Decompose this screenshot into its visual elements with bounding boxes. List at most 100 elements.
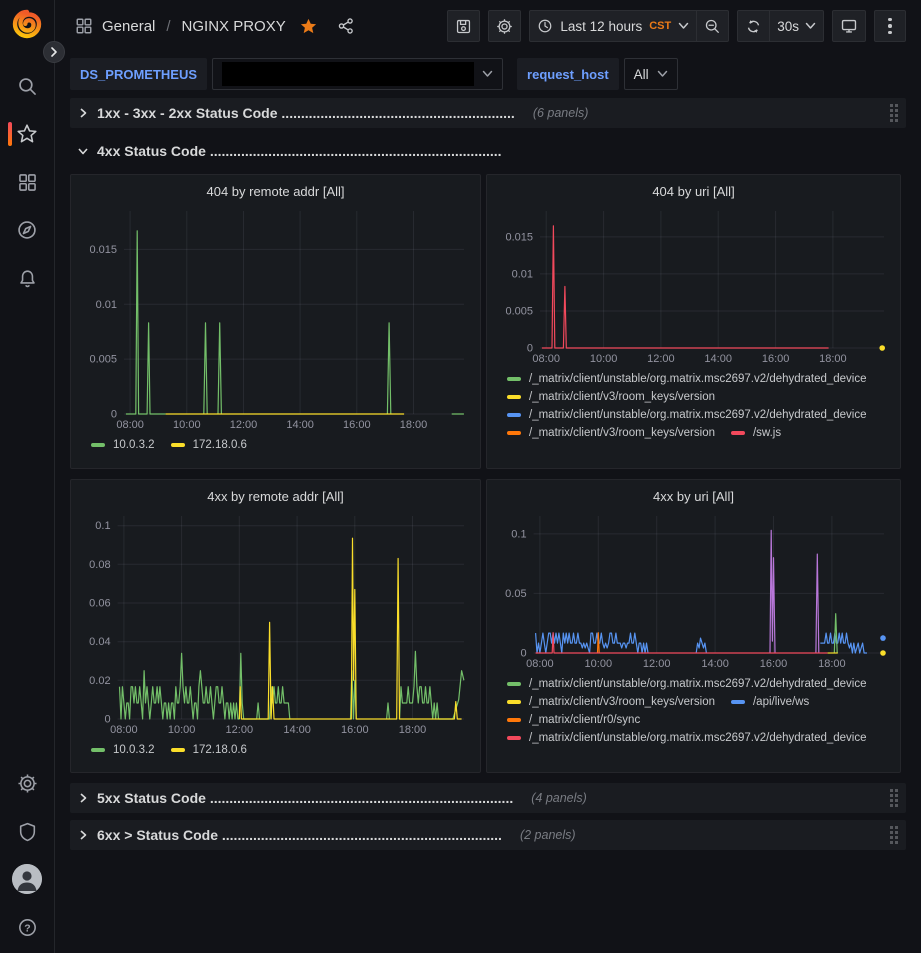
svg-text:0.1: 0.1 xyxy=(511,528,526,540)
panel-title[interactable]: 404 by remote addr [All] xyxy=(79,180,472,204)
row-panel-count: (6 panels) xyxy=(533,106,589,120)
tv-mode-button[interactable] xyxy=(832,10,866,42)
legend-swatch xyxy=(171,748,185,752)
dashboard-title[interactable]: NGINX PROXY xyxy=(182,18,286,35)
legend-label: /_matrix/client/r0/sync xyxy=(529,714,640,726)
host-select[interactable]: All xyxy=(624,58,678,90)
row-panel-count: (4 panels) xyxy=(531,791,587,805)
chevron-down-icon xyxy=(657,70,668,78)
refresh-interval-picker[interactable]: 30s xyxy=(770,10,824,42)
legend-label: /_matrix/client/unstable/org.matrix.msc2… xyxy=(529,678,867,690)
panel-title[interactable]: 4xx by remote addr [All] xyxy=(79,485,472,509)
legend-item[interactable]: /_matrix/client/r0/sync xyxy=(507,714,640,726)
legend-item[interactable]: /_matrix/client/unstable/org.matrix.msc2… xyxy=(507,373,867,385)
timeseries-chart[interactable]: 08:0010:0012:0014:0016:0018:0000.050.1 xyxy=(495,509,892,673)
host-variable-label[interactable]: request_host xyxy=(517,58,619,90)
row-title-dots: ........................................… xyxy=(210,143,502,159)
breadcrumb: General / NGINX PROXY xyxy=(75,17,355,36)
variables-submenu: DS_PROMETHEUS request_host All xyxy=(55,52,921,94)
timezone-label: CST xyxy=(649,20,671,32)
sidebar-expand-button[interactable] xyxy=(43,41,65,63)
legend-item[interactable]: /_matrix/client/v3/room_keys/version xyxy=(507,391,715,403)
legend-item[interactable]: /_matrix/client/unstable/org.matrix.msc2… xyxy=(507,409,867,421)
svg-text:12:00: 12:00 xyxy=(647,353,675,365)
row-title: 1xx - 3xx - 2xx Status Code xyxy=(97,105,278,121)
panel-title[interactable]: 404 by uri [All] xyxy=(495,180,892,204)
svg-text:14:00: 14:00 xyxy=(704,353,732,365)
dashboard-settings-button[interactable] xyxy=(488,10,521,42)
row-5xx[interactable]: 5xx Status Code ........................… xyxy=(70,783,906,813)
sidebar-item-starred[interactable] xyxy=(0,110,54,158)
row-title: 5xx Status Code xyxy=(97,790,206,806)
dashboard-header: General / NGINX PROXY xyxy=(55,0,921,52)
svg-text:0.005: 0.005 xyxy=(505,306,533,318)
kebab-menu-button[interactable] xyxy=(874,10,906,42)
svg-text:14:00: 14:00 xyxy=(283,724,311,736)
breadcrumb-section[interactable]: General xyxy=(102,18,155,35)
sidebar-item-help[interactable]: ? xyxy=(0,903,54,951)
panel-4xx-by-remote-addr: 4xx by remote addr [All] 08:0010:0012:00… xyxy=(70,479,481,773)
star-filled-icon[interactable] xyxy=(299,17,318,36)
legend-item[interactable]: 172.18.0.6 xyxy=(171,744,247,756)
datasource-variable-label[interactable]: DS_PROMETHEUS xyxy=(70,58,207,90)
legend-swatch xyxy=(91,748,105,752)
sidebar-item-explore[interactable] xyxy=(0,206,54,254)
legend-item[interactable]: /api/live/ws xyxy=(731,696,809,708)
legend-label: /_matrix/client/unstable/org.matrix.msc2… xyxy=(529,373,867,385)
svg-text:10:00: 10:00 xyxy=(590,353,618,365)
refresh-button[interactable] xyxy=(737,10,770,42)
svg-text:0.05: 0.05 xyxy=(505,588,526,600)
kebab-icon xyxy=(888,18,892,35)
chart-legend: /_matrix/client/unstable/org.matrix.msc2… xyxy=(495,673,892,744)
sidebar-item-dashboards[interactable] xyxy=(0,158,54,206)
legend-label: 10.0.3.2 xyxy=(113,439,155,451)
timeseries-chart[interactable]: 08:0010:0012:0014:0016:0018:0000.020.040… xyxy=(79,509,472,739)
time-range-label: Last 12 hours xyxy=(560,19,642,34)
save-dashboard-button[interactable] xyxy=(447,10,480,42)
search-icon xyxy=(17,76,38,97)
row-4xx[interactable]: 4xx Status Code ........................… xyxy=(70,137,906,165)
svg-text:16:00: 16:00 xyxy=(343,419,371,431)
legend-item[interactable]: /_matrix/client/v3/room_keys/version xyxy=(507,427,715,439)
row-6xx[interactable]: 6xx > Status Code ......................… xyxy=(70,820,906,850)
panel-4xx-by-uri: 4xx by uri [All] 08:0010:0012:0014:0016:… xyxy=(486,479,901,773)
chevron-down-icon xyxy=(678,22,689,30)
svg-text:10:00: 10:00 xyxy=(173,419,201,431)
chart-legend: 10.0.3.2 172.18.0.6 xyxy=(79,739,472,756)
legend-item[interactable]: /_matrix/client/unstable/org.matrix.msc2… xyxy=(507,732,867,744)
sidebar-item-alerting[interactable] xyxy=(0,254,54,302)
sidebar-item-search[interactable] xyxy=(0,62,54,110)
panel-title[interactable]: 4xx by uri [All] xyxy=(495,485,892,509)
legend-item[interactable]: 172.18.0.6 xyxy=(171,439,247,451)
legend-item[interactable]: /_matrix/client/unstable/org.matrix.msc2… xyxy=(507,678,867,690)
legend-label: /sw.js xyxy=(753,427,781,439)
svg-text:16:00: 16:00 xyxy=(762,353,790,365)
legend-label: 172.18.0.6 xyxy=(193,439,247,451)
legend-item[interactable]: 10.0.3.2 xyxy=(91,744,155,756)
legend-item[interactable]: 10.0.3.2 xyxy=(91,439,155,451)
legend-swatch xyxy=(507,736,521,740)
sidebar-item-server-admin[interactable] xyxy=(0,807,54,855)
row-drag-handle[interactable] xyxy=(890,104,898,122)
legend-label: /_matrix/client/v3/room_keys/version xyxy=(529,696,715,708)
timeseries-chart[interactable]: 08:0010:0012:0014:0016:0018:0000.0050.01… xyxy=(495,204,892,368)
timeseries-chart[interactable]: 08:0010:0012:0014:0016:0018:0000.0050.01… xyxy=(79,204,472,434)
legend-item[interactable]: /_matrix/client/v3/room_keys/version xyxy=(507,696,715,708)
legend-swatch xyxy=(507,377,521,381)
star-outline-icon xyxy=(16,123,38,145)
legend-swatch xyxy=(731,700,745,704)
grafana-logo[interactable] xyxy=(11,8,43,40)
row-1xx-3xx-2xx[interactable]: 1xx - 3xx - 2xx Status Code ............… xyxy=(70,98,906,128)
row-drag-handle[interactable] xyxy=(890,789,898,807)
datasource-select[interactable] xyxy=(212,58,503,90)
legend-item[interactable]: /sw.js xyxy=(731,427,781,439)
sidebar-item-profile[interactable] xyxy=(0,855,54,903)
share-icon[interactable] xyxy=(337,17,355,35)
chevron-right-icon xyxy=(75,790,91,806)
sidebar-item-configuration[interactable] xyxy=(0,759,54,807)
zoom-out-time-button[interactable] xyxy=(697,10,729,42)
svg-text:0.015: 0.015 xyxy=(89,244,117,256)
time-range-picker[interactable]: Last 12 hours CST xyxy=(529,10,697,42)
row-drag-handle[interactable] xyxy=(890,826,898,844)
legend-label: 10.0.3.2 xyxy=(113,744,155,756)
